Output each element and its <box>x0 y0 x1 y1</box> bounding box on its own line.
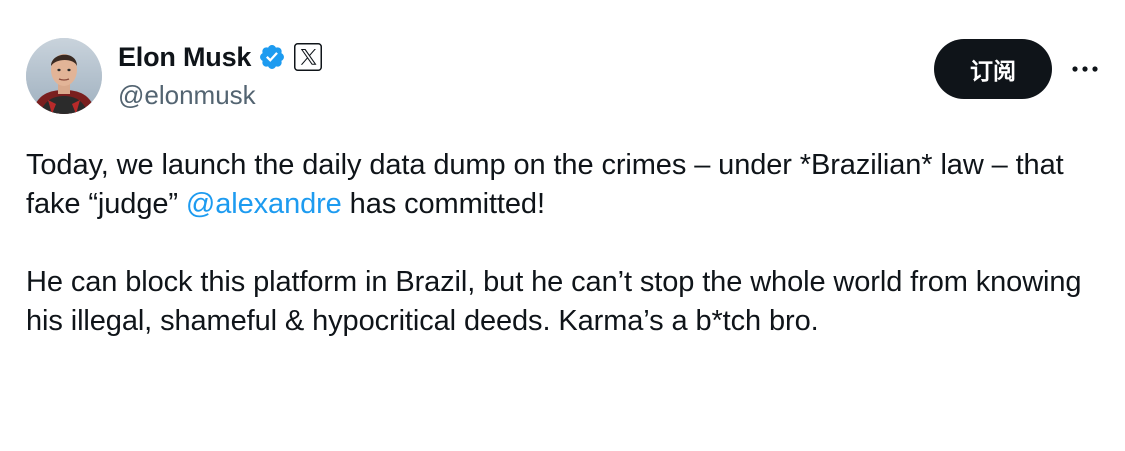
tweet-paragraph-1: Today, we launch the daily data dump on … <box>26 146 1106 224</box>
x-logo-icon[interactable] <box>294 43 323 71</box>
author-display-name[interactable]: Elon Musk <box>118 42 251 73</box>
author-name-row: Elon Musk <box>118 40 323 74</box>
more-horizontal-icon[interactable] <box>1068 56 1102 82</box>
tweet-text-segment: has committed! <box>341 188 545 220</box>
subscribe-button[interactable]: 订阅 <box>934 39 1052 99</box>
mention-link[interactable]: @alexandre <box>186 188 342 220</box>
profile-avatar[interactable] <box>26 38 102 114</box>
tweet-text: Today, we launch the daily data dump on … <box>26 146 1106 341</box>
avatar-image <box>26 38 102 114</box>
tweet-paragraph-2: He can block this platform in Brazil, bu… <box>26 266 1082 337</box>
tweet-card: Elon Musk @elonmusk 订阅 Today, we launch … <box>0 0 1125 451</box>
author-handle[interactable]: @elonmusk <box>118 80 256 111</box>
verified-badge-icon[interactable] <box>258 43 286 71</box>
